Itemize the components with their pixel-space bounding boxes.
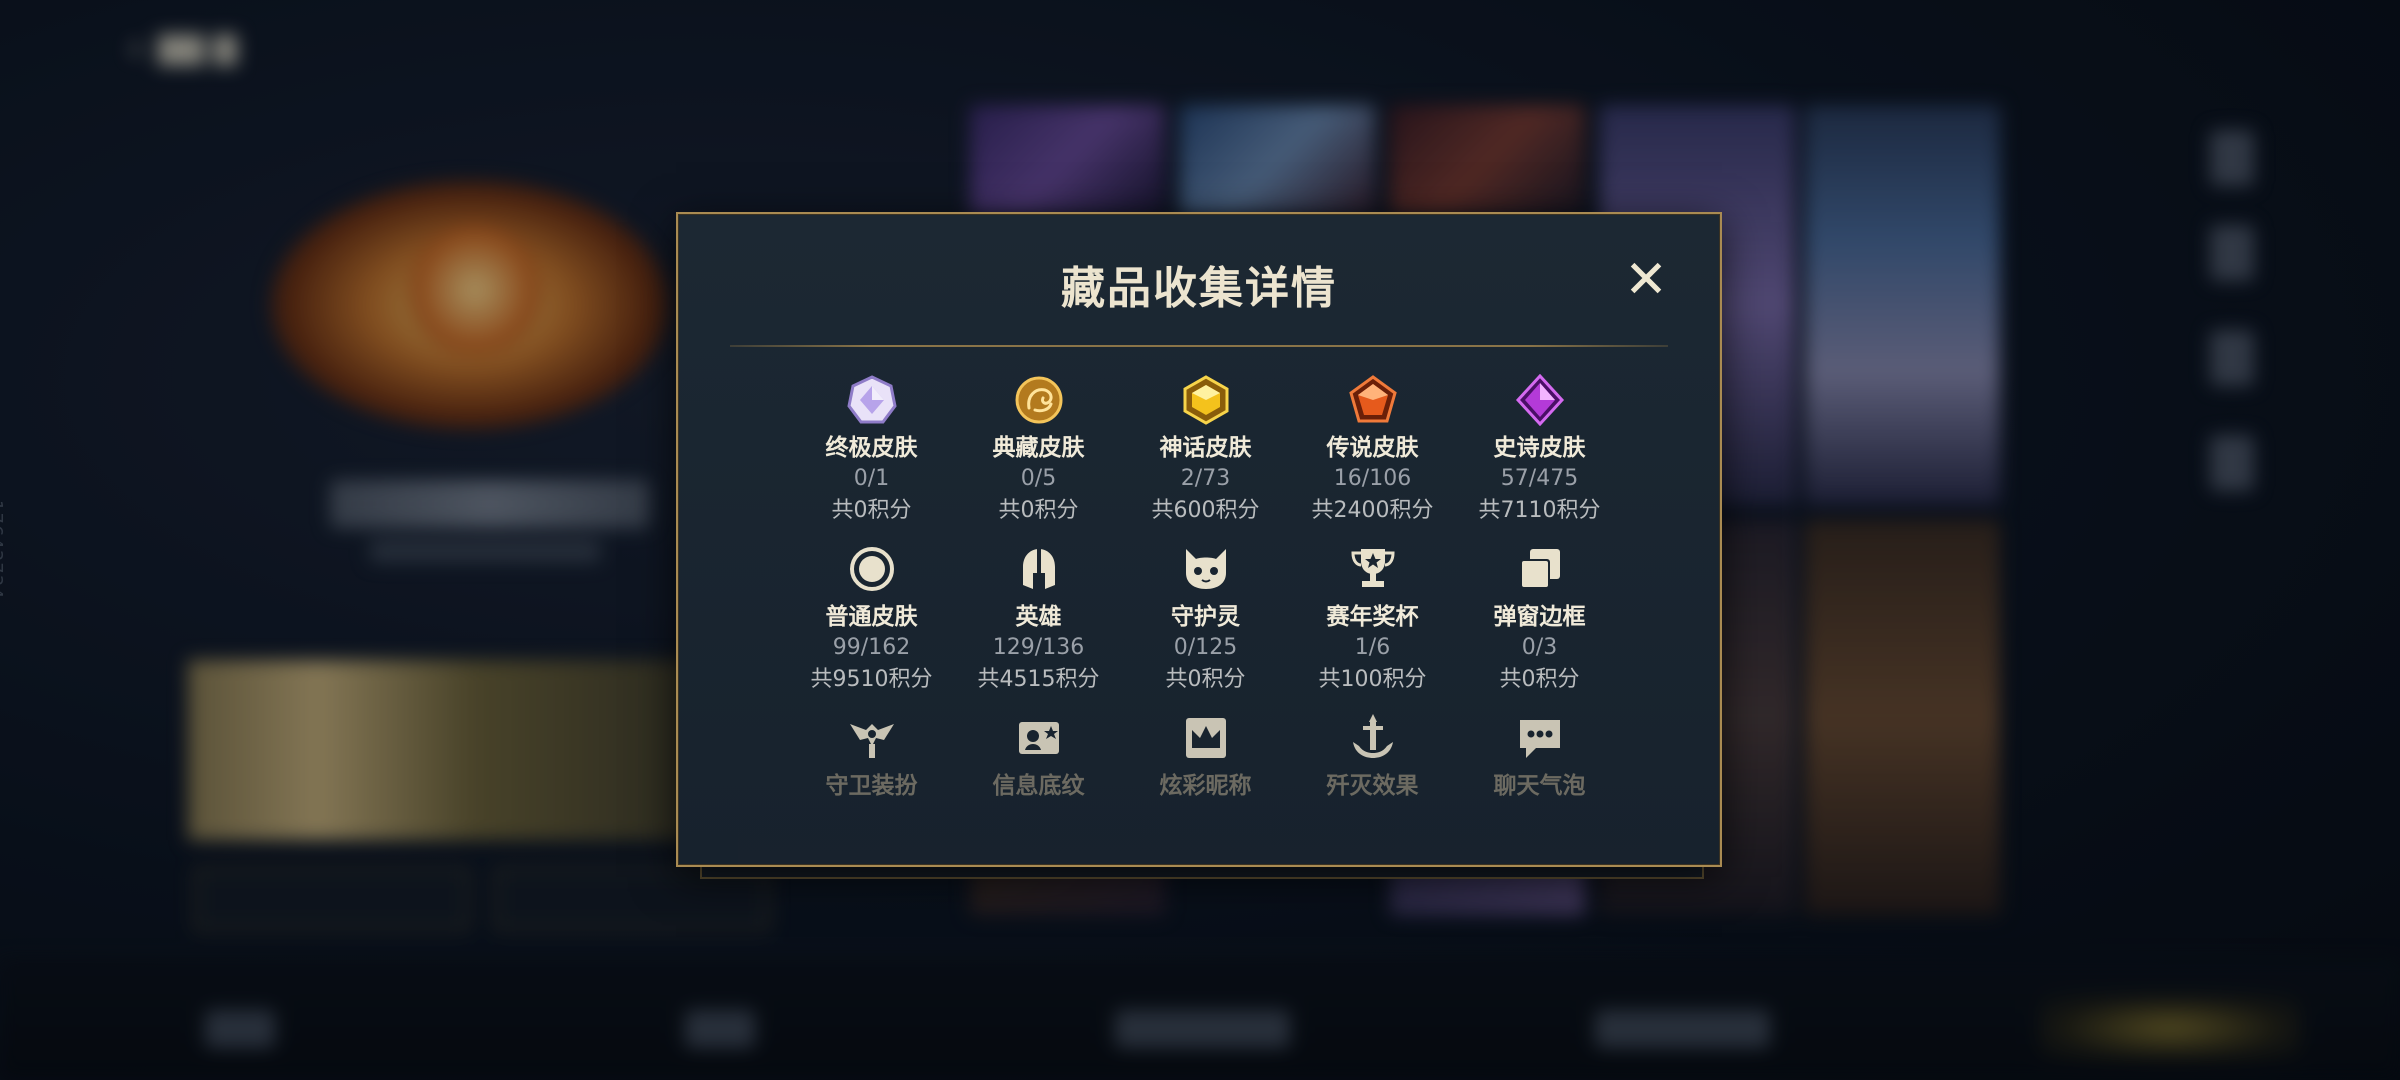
collection-item-count: 0/1	[853, 466, 890, 491]
chat-bubble-icon	[1512, 710, 1568, 766]
collection-item-name: 聊天气泡	[1493, 773, 1586, 799]
collection-item[interactable]: 守护灵 0/125 共0积分	[1122, 541, 1289, 696]
collection-item-count: 1/6	[1354, 635, 1391, 660]
collection-item-name: 信息底纹	[992, 773, 1085, 799]
collection-item-count: 57/475	[1500, 466, 1579, 491]
close-icon: ✕	[1624, 250, 1668, 310]
collection-item-points: 共7110积分	[1478, 498, 1601, 523]
ring-icon	[844, 541, 900, 597]
collection-item-count: 99/162	[832, 635, 911, 660]
collection-item-points: 共0积分	[831, 498, 912, 523]
collection-item[interactable]: 终极皮肤 0/1 共0积分	[788, 372, 955, 527]
collection-item-points: 共0积分	[1499, 667, 1580, 692]
collection-item[interactable]: 守卫装扮	[788, 710, 955, 801]
card-pattern-icon	[1011, 710, 1067, 766]
collection-item[interactable]: 炫彩昵称	[1122, 710, 1289, 801]
close-button[interactable]: ✕	[1624, 254, 1668, 306]
collection-item-name: 普通皮肤	[825, 604, 918, 630]
modal-title: 藏品收集详情	[1061, 263, 1337, 314]
collection-item-name: 传说皮肤	[1326, 435, 1419, 461]
collection-item[interactable]: 歼灭效果	[1289, 710, 1456, 801]
ward-icon	[844, 710, 900, 766]
collection-item-name: 守护灵	[1171, 604, 1240, 630]
collection-item-name: 英雄	[1015, 604, 1062, 630]
collection-item[interactable]: 信息底纹	[955, 710, 1122, 801]
collection-item[interactable]: 普通皮肤 99/162 共9510积分	[788, 541, 955, 696]
collection-item-name: 神话皮肤	[1159, 435, 1252, 461]
collection-item-points: 共0积分	[1165, 667, 1246, 692]
collection-item-name: 歼灭效果	[1326, 773, 1419, 799]
collection-item[interactable]: 典藏皮肤 0/5 共0积分	[955, 372, 1122, 527]
dragon-medallion-icon	[1011, 372, 1067, 428]
collection-item-count: 2/73	[1180, 466, 1231, 491]
epic-gem-icon	[1512, 372, 1568, 428]
collection-item-name: 守卫装扮	[825, 773, 918, 799]
collection-item-name: 典藏皮肤	[992, 435, 1085, 461]
ultimate-gem-icon	[844, 372, 900, 428]
spirit-face-icon	[1178, 541, 1234, 597]
collection-item[interactable]: 传说皮肤 16/106 共2400积分	[1289, 372, 1456, 527]
collection-item[interactable]: 聊天气泡	[1456, 710, 1623, 801]
helmet-icon	[1011, 541, 1067, 597]
collection-item-count: 0/125	[1173, 635, 1238, 660]
modal-bottom-edge	[700, 867, 1704, 879]
anchor-blade-icon	[1345, 710, 1401, 766]
collection-item-points: 共2400积分	[1311, 498, 1434, 523]
collection-item-points: 共9510积分	[810, 667, 933, 692]
collection-item-points: 共0积分	[998, 498, 1079, 523]
collection-item[interactable]: 史诗皮肤 57/475 共7110积分	[1456, 372, 1623, 527]
collection-item-name: 炫彩昵称	[1159, 773, 1252, 799]
collection-item-points: 共100积分	[1318, 667, 1427, 692]
collection-item-count: 0/5	[1020, 466, 1057, 491]
collection-item-name: 终极皮肤	[825, 435, 918, 461]
collection-item-points: 共600积分	[1151, 498, 1260, 523]
collection-item-count: 0/3	[1521, 635, 1558, 660]
scroll-fade	[738, 794, 1660, 864]
collection-grid: 终极皮肤 0/1 共0积分 典藏皮肤 0/5 共0积分 神话皮肤 2/73 共600积分 传说皮肤…	[788, 372, 1623, 801]
collection-details-modal: 藏品收集详情 ✕ 终极皮肤 0/1 共0积分 典藏皮肤 0/5 共0积分 神话皮肤 2/73 共…	[676, 212, 1722, 867]
collection-item-points: 共4515积分	[977, 667, 1100, 692]
trophy-icon	[1345, 541, 1401, 597]
collection-item-count: 16/106	[1333, 466, 1412, 491]
mythic-gem-icon	[1178, 372, 1234, 428]
collection-item[interactable]: 神话皮肤 2/73 共600积分	[1122, 372, 1289, 527]
collection-item-count: 129/136	[992, 635, 1085, 660]
frame-stack-icon	[1512, 541, 1568, 597]
collection-item[interactable]: 赛年奖杯 1/6 共100积分	[1289, 541, 1456, 696]
crown-card-icon	[1178, 710, 1234, 766]
legendary-gem-icon	[1345, 372, 1401, 428]
collection-item[interactable]: 英雄 129/136 共4515积分	[955, 541, 1122, 696]
collection-item-name: 弹窗边框	[1493, 604, 1586, 630]
collection-item[interactable]: 弹窗边框 0/3 共0积分	[1456, 541, 1623, 696]
collection-item-name: 史诗皮肤	[1493, 435, 1586, 461]
collection-item-name: 赛年奖杯	[1326, 604, 1419, 630]
title-divider	[730, 345, 1668, 347]
